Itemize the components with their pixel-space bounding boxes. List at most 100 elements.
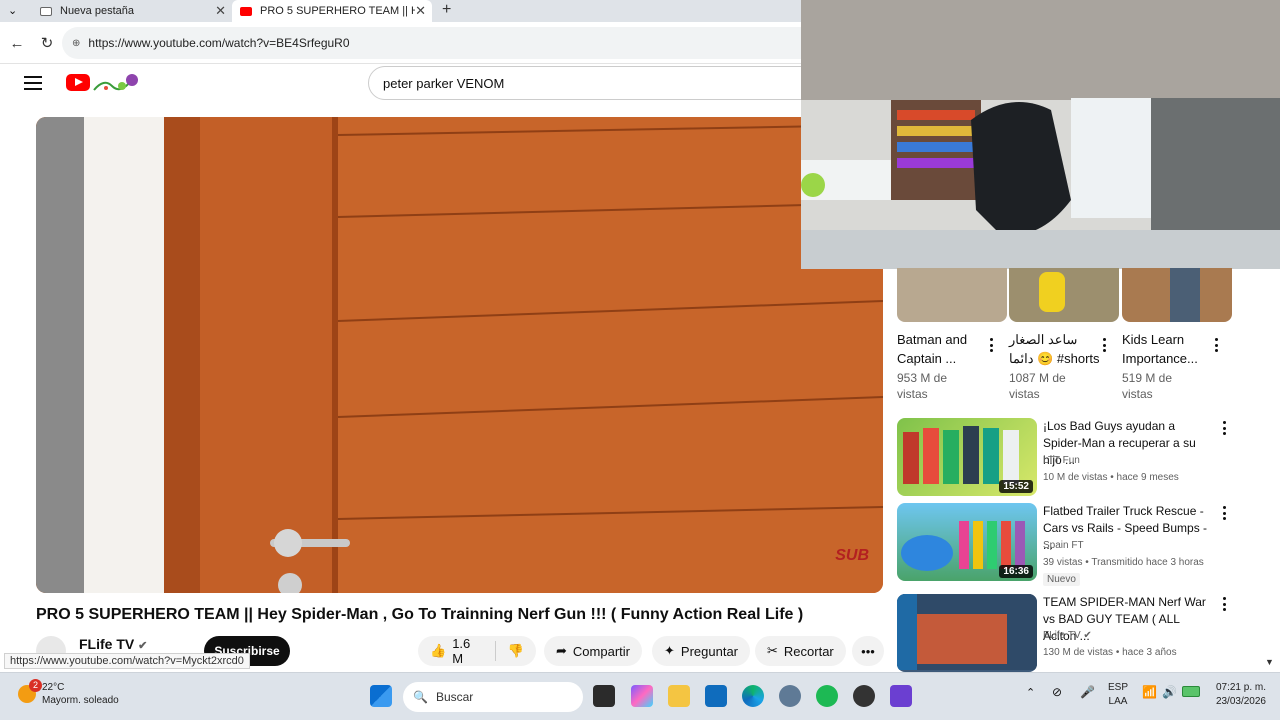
windows-taskbar: 2 22°C Mayorm. soleado 🔍 Buscar ⌃ ⊘ 🎤 ES…	[0, 672, 1280, 720]
app-icon[interactable]	[890, 685, 912, 707]
microsoft-store-icon[interactable]	[705, 685, 727, 707]
short-thumbnail[interactable]	[1122, 268, 1232, 322]
related-channel[interactable]: Spain FT	[1043, 540, 1084, 551]
short-thumbnail[interactable]	[1009, 268, 1119, 322]
related-thumbnail[interactable]: 15:52	[897, 418, 1037, 496]
short-views: 519 M de vistas	[1122, 371, 1173, 401]
related-thumbnail[interactable]	[897, 594, 1037, 672]
volume-icon[interactable]: 🔊	[1162, 685, 1177, 699]
short-title[interactable]: ساعد الصغار دائما 😊 #shorts	[1009, 330, 1101, 368]
chevron-up-icon[interactable]: ⌃	[1026, 686, 1035, 699]
video-title: PRO 5 SUPERHERO TEAM || Hey Spider-Man ,…	[36, 606, 804, 623]
verified-check-icon: ✔	[1083, 630, 1092, 641]
sparkle-icon: ✦	[664, 643, 675, 658]
clip-label: Recortar	[783, 643, 834, 659]
reload-icon[interactable]: ↻	[36, 32, 58, 54]
short-menu-icon[interactable]	[984, 337, 998, 353]
related-menu-icon[interactable]	[1217, 505, 1231, 521]
child-figure	[1039, 272, 1065, 312]
menu-hamburger-icon[interactable]	[22, 74, 44, 92]
short-thumbnail[interactable]	[897, 268, 1007, 322]
battery-icon[interactable]	[1182, 686, 1200, 697]
task-view-icon[interactable]	[593, 685, 615, 707]
clip-button[interactable]: ✂ Recortar	[755, 636, 846, 666]
related-channel[interactable]: FLife TV ✔	[1043, 630, 1092, 641]
webcam-image	[801, 0, 1280, 269]
site-info-icon[interactable]: ⊕	[72, 38, 80, 49]
language-indicator[interactable]: ESP LAA	[1108, 681, 1128, 709]
notification-badge: 2	[29, 679, 42, 692]
channel-name[interactable]: FLife TV ✔	[79, 636, 147, 652]
short-menu-icon[interactable]	[1097, 337, 1111, 353]
video-duration: 15:52	[999, 480, 1033, 493]
youtube-logo-icon[interactable]	[66, 74, 90, 91]
like-count[interactable]: 1.6 M	[452, 636, 483, 666]
settings-gear-icon[interactable]	[779, 685, 801, 707]
video-player[interactable]: SUB	[36, 117, 883, 593]
short-title[interactable]: Kids Learn Importance...	[1122, 330, 1202, 368]
share-arrow-icon: ➦	[556, 643, 567, 658]
tab-label: PRO 5 SUPERHERO TEAM || Hey Sp	[260, 5, 415, 17]
short-views: 953 M de vistas	[897, 371, 948, 401]
thumbs-up-icon[interactable]: 👍	[430, 643, 446, 659]
ask-button[interactable]: ✦ Preguntar	[652, 636, 750, 666]
short-menu-icon[interactable]	[1209, 337, 1223, 353]
scissors-icon: ✂	[767, 643, 778, 658]
app-icon[interactable]	[853, 685, 875, 707]
short-views: 1087 M de vistas	[1009, 371, 1066, 401]
youtube-favicon-icon	[240, 6, 252, 16]
spotify-icon[interactable]	[816, 685, 838, 707]
weather-temperature: 22°C	[42, 682, 65, 693]
microphone-icon[interactable]: 🎤	[1080, 685, 1095, 699]
share-button[interactable]: ➦ Compartir	[544, 636, 642, 666]
new-tab-plus-icon[interactable]: +	[442, 1, 451, 19]
close-tab-icon[interactable]: ✕	[415, 3, 426, 19]
link-status-bar: https://www.youtube.com/watch?v=Myckt2xr…	[4, 653, 250, 669]
network-off-icon[interactable]: ⊘	[1052, 685, 1062, 699]
wifi-icon[interactable]: 📶	[1142, 685, 1157, 699]
copilot-icon[interactable]	[631, 685, 653, 707]
file-explorer-icon[interactable]	[668, 685, 690, 707]
related-menu-icon[interactable]	[1217, 420, 1231, 436]
new-badge: Nuevo	[1043, 573, 1080, 586]
verified-check-icon: ✔	[138, 640, 148, 652]
channel-watermark[interactable]: SUB	[835, 547, 869, 565]
related-channel-text: FLife TV	[1043, 630, 1081, 641]
clock-date: 23/03/2026	[1215, 696, 1266, 707]
like-dislike-group: 👍 1.6 M 👎	[418, 636, 536, 666]
weather-sun-icon: 2	[18, 679, 42, 703]
tab-list-chevron-icon[interactable]: ⌄	[8, 4, 17, 17]
related-meta: 130 M de vistas • hace 3 años	[1043, 647, 1177, 658]
related-thumbnail[interactable]: 16:36	[897, 503, 1037, 581]
more-horizontal-icon: •••	[861, 643, 875, 659]
search-query: peter parker VENOM	[383, 75, 505, 91]
thumbnail-image	[897, 594, 1037, 670]
thumbs-down-icon[interactable]: 👎	[508, 643, 524, 659]
more-actions-button[interactable]: •••	[852, 636, 884, 666]
edge-browser-icon[interactable]	[742, 685, 764, 707]
youtube-doodle-logo[interactable]	[92, 72, 142, 94]
related-meta: 10 M de vistas • hace 9 meses	[1043, 472, 1179, 483]
tab-youtube-video[interactable]: PRO 5 SUPERHERO TEAM || Hey Sp ✕	[232, 0, 432, 22]
short-title[interactable]: Batman and Captain ...	[897, 330, 977, 368]
related-meta: 39 vistas • Transmitido hace 3 horas	[1043, 557, 1204, 568]
weather-widget[interactable]: 2 22°C Mayorm. soleado	[18, 679, 119, 707]
ask-label: Preguntar	[680, 643, 738, 659]
close-tab-icon[interactable]: ✕	[215, 3, 226, 19]
related-menu-icon[interactable]	[1217, 596, 1231, 612]
taskbar-search[interactable]: 🔍 Buscar	[403, 682, 583, 712]
video-duration: 16:36	[999, 565, 1033, 578]
tab-new-tab[interactable]: Nueva pestaña ✕	[32, 0, 232, 22]
search-input[interactable]: peter parker VENOM	[368, 66, 818, 100]
back-arrow-icon[interactable]: ←	[6, 32, 28, 54]
scroll-down-arrow-icon[interactable]: ▼	[1265, 657, 1274, 667]
address-bar[interactable]: ⊕ https://www.youtube.com/watch?v=BE4Srf…	[62, 27, 822, 59]
related-channel[interactable]: LTT Fun	[1043, 455, 1080, 466]
channel-name-text: FLife TV	[79, 636, 135, 652]
keyboard-layout: LAA	[1108, 696, 1128, 707]
video-frame	[36, 117, 883, 593]
system-clock[interactable]: 07:21 p. m. 23/03/2026	[1216, 681, 1266, 709]
tab-page-icon	[40, 6, 52, 16]
search-icon: 🔍	[413, 690, 428, 704]
windows-start-icon[interactable]	[370, 685, 392, 707]
